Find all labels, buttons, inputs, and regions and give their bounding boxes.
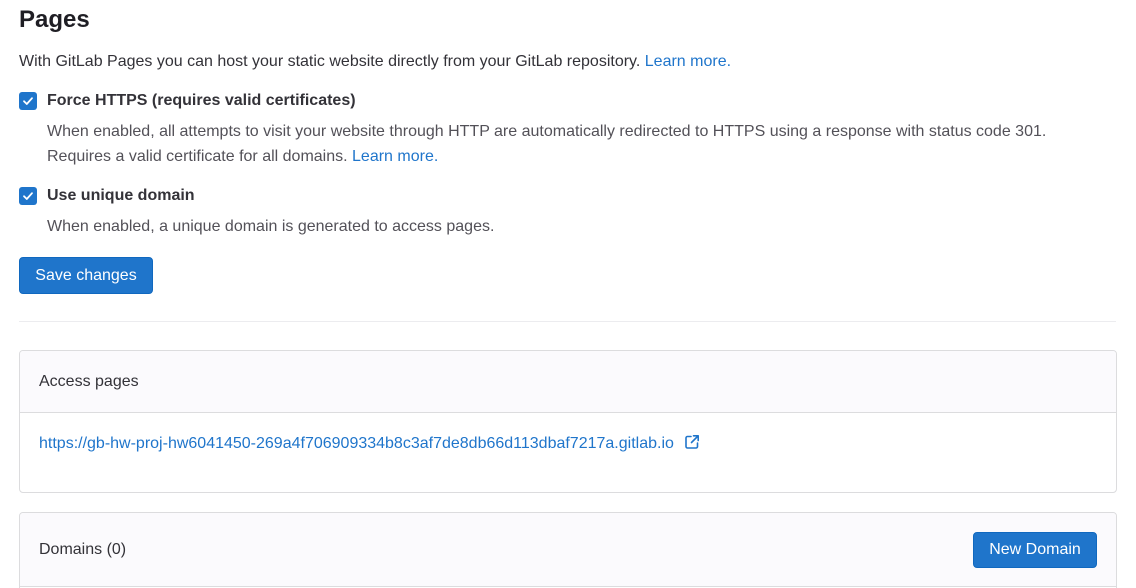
checkmark-icon	[23, 97, 33, 105]
force-https-checkbox[interactable]	[19, 92, 37, 110]
domains-card: Domains (0) New Domain	[19, 512, 1117, 588]
save-changes-button[interactable]: Save changes	[19, 257, 153, 294]
force-https-checkbox-row[interactable]: Force HTTPS (requires valid certificates…	[19, 92, 356, 110]
access-pages-title: Access pages	[39, 372, 139, 390]
access-pages-url-link[interactable]: https://gb-hw-proj-hw6041450-269a4f70690…	[39, 434, 700, 453]
force-https-help-line2-wrap: Requires a valid certificate for all dom…	[47, 144, 1046, 169]
access-pages-body: https://gb-hw-proj-hw6041450-269a4f70690…	[20, 413, 1116, 473]
unique-domain-checkbox[interactable]	[19, 187, 37, 205]
pages-settings: Pages With GitLab Pages you can host you…	[0, 0, 1136, 588]
page-title: Pages	[19, 6, 90, 33]
access-pages-card: Access pages https://gb-hw-proj-hw604145…	[19, 350, 1117, 493]
force-https-help-line2: Requires a valid certificate for all dom…	[47, 148, 348, 165]
domains-title: Domains (0)	[39, 540, 127, 558]
force-https-label: Force HTTPS (requires valid certificates…	[47, 92, 356, 109]
access-pages-header: Access pages	[20, 351, 1116, 413]
intro-learn-more-link[interactable]: Learn more.	[645, 53, 731, 70]
unique-domain-help: When enabled, a unique domain is generat…	[47, 218, 495, 235]
access-pages-url: https://gb-hw-proj-hw6041450-269a4f70690…	[39, 434, 674, 452]
new-domain-button[interactable]: New Domain	[973, 531, 1097, 568]
intro-text: With GitLab Pages you can host your stat…	[19, 53, 641, 70]
unique-domain-label: Use unique domain	[47, 187, 195, 204]
force-https-learn-more-link[interactable]: Learn more.	[352, 148, 438, 165]
domains-header: Domains (0) New Domain	[20, 513, 1116, 587]
section-divider	[19, 321, 1116, 322]
intro-text-block: With GitLab Pages you can host your stat…	[19, 53, 731, 71]
force-https-help: When enabled, all attempts to visit your…	[47, 119, 1046, 169]
unique-domain-checkbox-row[interactable]: Use unique domain	[19, 187, 195, 205]
external-link-icon	[685, 434, 700, 449]
force-https-help-line1: When enabled, all attempts to visit your…	[47, 123, 1047, 140]
checkmark-icon	[23, 192, 33, 200]
